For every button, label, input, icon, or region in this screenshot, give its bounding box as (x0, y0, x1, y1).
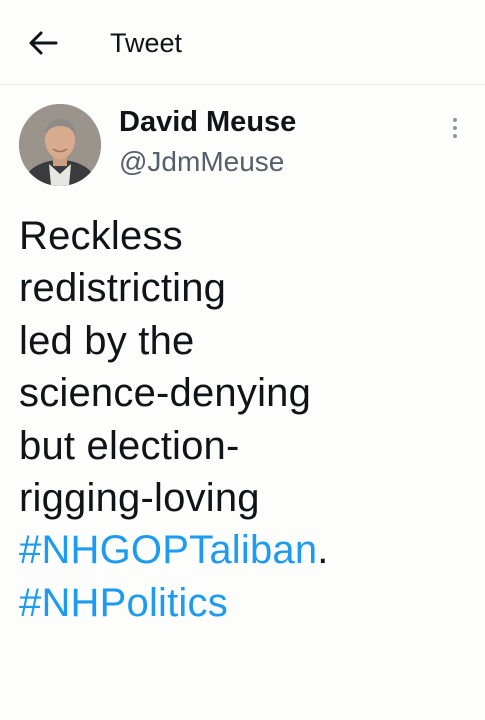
vertical-ellipsis-icon (453, 118, 457, 138)
hashtag-link-nhgoptaliban[interactable]: #NHGOPTaliban (19, 528, 317, 572)
tweet-text-line: Reckless (19, 214, 183, 258)
author-avatar[interactable] (19, 104, 101, 186)
tweet-body: Reckless redistricting led by the scienc… (19, 210, 469, 629)
tweet-text-line: rigging-loving (19, 476, 260, 521)
more-options-button[interactable] (444, 115, 466, 141)
tweet-text-line: but election- (19, 423, 240, 468)
tweet-detail-screen: Tweet David Meuse @JdmMeuse Reckless red… (0, 0, 485, 720)
tweet-text-line: #NHPolitics (19, 577, 469, 629)
tweet-text-line: led by the (19, 318, 195, 363)
author-handle[interactable]: @JdmMeuse (119, 146, 284, 178)
arrow-left-icon (29, 31, 58, 55)
tweet-text-line: science-denying (19, 371, 312, 416)
page-title: Tweet (110, 28, 183, 58)
tweet-text-line: #NHGOPTaliban. (19, 524, 469, 576)
tweet-text-line: redistricting (19, 266, 227, 311)
hashtag-link-nhpolitics[interactable]: #NHPolitics (19, 581, 228, 625)
author-name[interactable]: David Meuse (119, 106, 296, 139)
hashtag-suffix: . (317, 528, 329, 573)
avatar-photo (19, 104, 101, 186)
top-app-bar: Tweet (0, 0, 485, 85)
back-button[interactable] (26, 28, 60, 58)
